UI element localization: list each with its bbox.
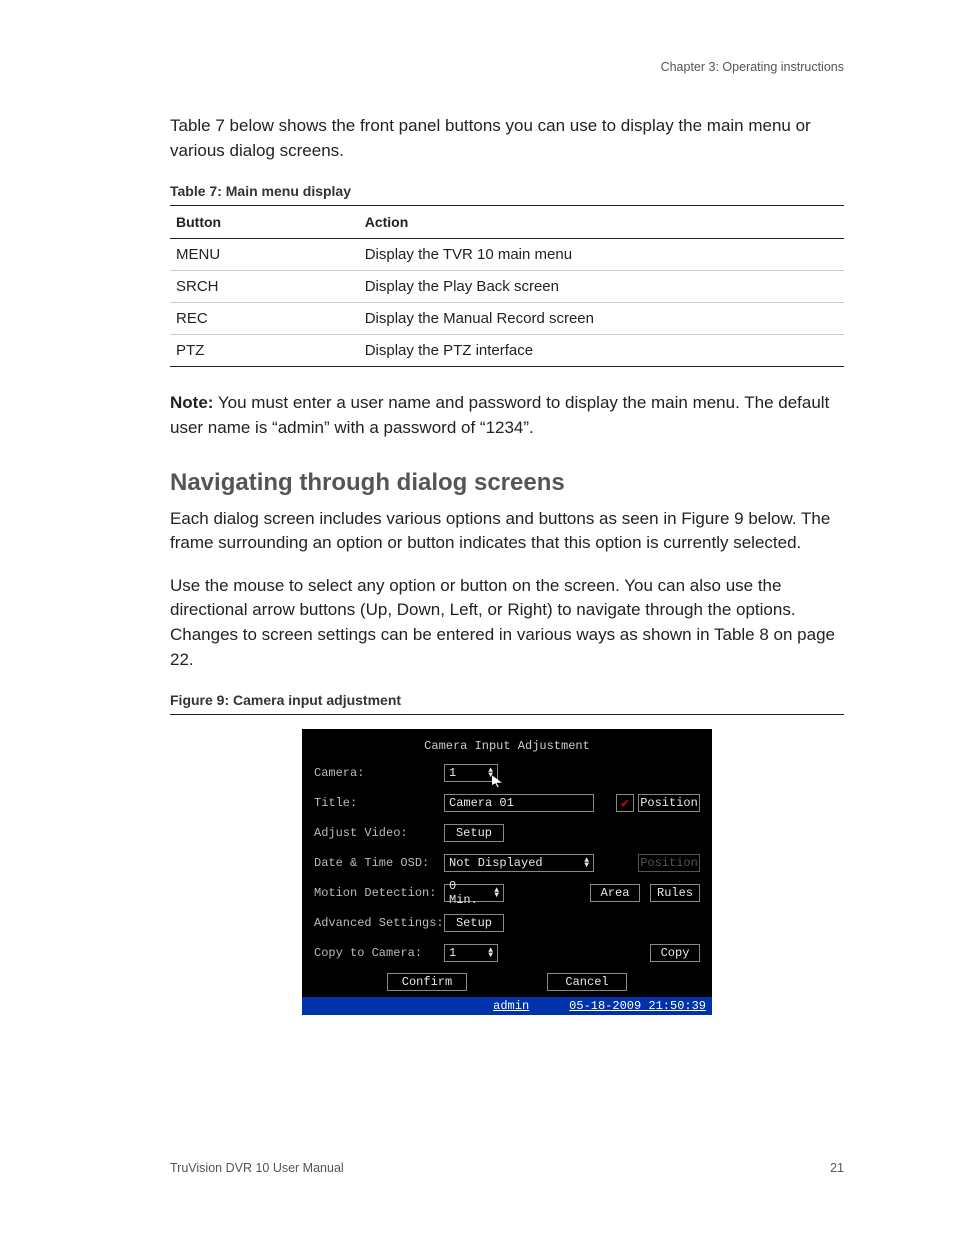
lbl-motion: Motion Detection: [314,886,444,900]
camera-select[interactable]: 1 ▲▼ [444,764,498,782]
table7-act: Display the PTZ interface [359,335,844,367]
lbl-title: Title: [314,796,444,810]
dvr-statusbar: admin 05-18-2009 21:50:39 [302,997,712,1015]
lbl-camera: Camera: [314,766,444,780]
table7-btn: MENU [170,239,359,271]
motion-value: 0 Min. [449,879,490,907]
section-para2: Use the mouse to select any option or bu… [170,574,844,673]
status-datetime: 05-18-2009 21:50:39 [569,999,706,1013]
footer-manual: TruVision DVR 10 User Manual [170,1161,344,1175]
table-row: REC Display the Manual Record screen [170,303,844,335]
table-row: PTZ Display the PTZ interface [170,335,844,367]
title-checkbox[interactable]: ✔ [616,794,634,812]
note-text: You must enter a user name and password … [170,393,829,437]
table7-act: Display the Manual Record screen [359,303,844,335]
figure9-caption: Figure 9: Camera input adjustment [170,692,844,708]
title-value: Camera 01 [449,796,514,810]
advanced-setup-button[interactable]: Setup [444,914,504,932]
copy-button[interactable]: Copy [650,944,700,962]
osd-select[interactable]: Not Displayed ▲▼ [444,854,594,872]
table7-btn: PTZ [170,335,359,367]
table7-btn: SRCH [170,271,359,303]
lbl-osd: Date & Time OSD: [314,856,444,870]
copy-select[interactable]: 1 ▲▼ [444,944,498,962]
motion-area-button[interactable]: Area [590,884,640,902]
table-row: SRCH Display the Play Back screen [170,271,844,303]
camera-value: 1 [449,766,456,780]
title-input[interactable]: Camera 01 [444,794,594,812]
motion-rules-button[interactable]: Rules [650,884,700,902]
cancel-button[interactable]: Cancel [547,973,627,991]
osd-value: Not Displayed [449,856,543,870]
spinner-icon: ▲▼ [584,858,589,868]
lbl-copy: Copy to Camera: [314,946,444,960]
table7-head-button: Button [170,206,359,239]
table7: Button Action MENU Display the TVR 10 ma… [170,205,844,367]
note-paragraph: Note: You must enter a user name and pas… [170,391,844,440]
copy-value: 1 [449,946,456,960]
intro-paragraph: Table 7 below shows the front panel butt… [170,114,844,163]
confirm-button[interactable]: Confirm [387,973,467,991]
table7-caption: Table 7: Main menu display [170,183,844,199]
dvr-title: Camera Input Adjustment [314,739,700,753]
document-page: Chapter 3: Operating instructions Table … [0,0,954,1235]
table7-act: Display the Play Back screen [359,271,844,303]
section-para1: Each dialog screen includes various opti… [170,507,844,556]
spinner-icon: ▲▼ [488,948,493,958]
table7-btn: REC [170,303,359,335]
table7-act: Display the TVR 10 main menu [359,239,844,271]
osd-position-button: Position [638,854,700,872]
motion-select[interactable]: 0 Min. ▲▼ [444,884,504,902]
table7-head-action: Action [359,206,844,239]
footer-page: 21 [830,1161,844,1175]
title-position-button[interactable]: Position [638,794,700,812]
lbl-adjust: Adjust Video: [314,826,444,840]
table-row: MENU Display the TVR 10 main menu [170,239,844,271]
chapter-header: Chapter 3: Operating instructions [170,60,844,74]
adjust-setup-button[interactable]: Setup [444,824,504,842]
status-user: admin [493,999,529,1013]
lbl-advanced: Advanced Settings: [314,916,444,930]
note-label: Note: [170,393,213,412]
section-heading: Navigating through dialog screens [170,469,844,497]
dvr-dialog: Camera Input Adjustment Camera: 1 ▲▼ Tit… [302,729,712,1015]
spinner-icon: ▲▼ [494,888,499,898]
figure9-rule [170,714,844,715]
